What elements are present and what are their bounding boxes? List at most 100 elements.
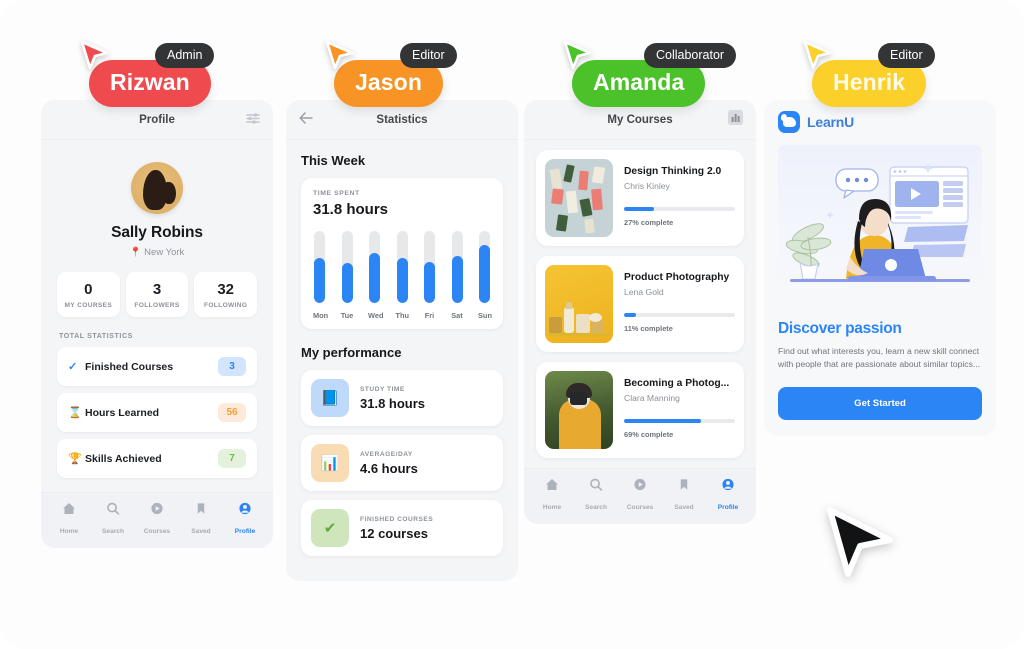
nav-label: Profile <box>717 504 739 511</box>
filter-sliders-icon[interactable] <box>246 111 260 129</box>
nav-item-search[interactable]: Search <box>574 478 618 514</box>
performance-row-average-day[interactable]: 📊 AVERAGE/DAY 4.6 hours <box>301 435 503 491</box>
mouse-pointer-icon <box>80 40 109 70</box>
search-icon <box>91 502 135 517</box>
performance-value: 12 courses <box>360 525 428 541</box>
page-title: My Courses <box>607 113 673 126</box>
nav-item-home[interactable]: Home <box>47 502 91 538</box>
performance-caption: STUDY TIME <box>360 385 405 393</box>
nav-item-saved[interactable]: Saved <box>662 478 706 514</box>
course-card-becoming-photographer[interactable]: Becoming a Photog... Clara Manning 69% c… <box>536 362 744 458</box>
performance-row-study-time[interactable]: 📘 STUDY TIME 31.8 hours <box>301 370 503 426</box>
nav-item-profile[interactable]: Profile <box>223 502 267 538</box>
stat-my-courses[interactable]: 0 MY COURSES <box>57 272 120 317</box>
mouse-pointer-icon <box>325 40 354 70</box>
bar-sun <box>478 231 491 303</box>
stat-row-badge: 56 <box>218 403 246 422</box>
bar-fill <box>314 258 325 303</box>
bar-label: Tue <box>340 311 354 320</box>
section-caption: TOTAL STATISTICS <box>59 333 133 340</box>
course-author: Lena Gold <box>624 287 664 297</box>
stat-following[interactable]: 32 FOLLOWING <box>194 272 258 317</box>
product-shot-thumb <box>545 265 613 343</box>
nav-label: Courses <box>143 528 171 535</box>
get-started-button[interactable]: Get Started <box>778 386 982 420</box>
mouse-pointer-icon <box>563 40 592 70</box>
course-card-product-photography[interactable]: Product Photography Lena Gold 11% comple… <box>536 256 744 352</box>
stat-label: MY COURSES <box>64 302 113 309</box>
course-author: Chris Kinley <box>624 181 670 191</box>
stat-row-badge: 7 <box>218 449 246 468</box>
bar-label: Sat <box>451 311 463 320</box>
stat-row-finished-courses[interactable]: ✓ Finished Courses 3 <box>57 347 257 386</box>
nav-label: Search <box>102 528 124 535</box>
collaborator-role-badge: Editor <box>878 43 935 68</box>
phone-panel-statistics: Editor Jason Statistics This Week TIME S… <box>286 40 518 581</box>
bar-track <box>369 231 380 303</box>
bottom-nav: Home Search Courses Saved Profile <box>41 492 273 548</box>
stat-row-label: Skills Achieved <box>85 452 162 465</box>
nav-item-profile[interactable]: Profile <box>706 478 750 514</box>
bar-label: Mon <box>313 311 329 320</box>
progress-label: 69% complete <box>624 430 674 439</box>
progress-bar <box>624 207 735 211</box>
nav-label: Courses <box>626 504 654 511</box>
nav-label: Profile <box>234 528 256 535</box>
woman-at-laptop-illustration <box>778 145 982 307</box>
section-heading-this-week: This Week <box>301 153 366 168</box>
stat-row-skills-achieved[interactable]: 🏆 Skills Achieved 7 <box>57 439 257 478</box>
stat-row-hours-learned[interactable]: ⌛ Hours Learned 56 <box>57 393 257 432</box>
phone-panel-courses: Collaborator Amanda My Courses Design Th… <box>524 40 756 524</box>
performance-caption: AVERAGE/DAY <box>360 450 413 458</box>
home-icon <box>47 502 91 517</box>
collaborator-chip-amanda: Collaborator Amanda <box>563 40 737 107</box>
performance-caption: FINISHED COURSES <box>360 515 434 523</box>
nav-item-search[interactable]: Search <box>91 502 135 538</box>
nav-item-home[interactable]: Home <box>530 478 574 514</box>
bar-chart-icon[interactable] <box>728 109 743 130</box>
bar-label: Sun <box>478 311 492 320</box>
profile-stats-row: 0 MY COURSES 3 FOLLOWERS 32 FOLLOWING <box>57 272 258 317</box>
stat-row-label: Hours Learned <box>85 406 160 419</box>
bar-track <box>314 231 325 303</box>
stat-followers[interactable]: 3 FOLLOWERS <box>125 272 189 317</box>
arrow-left-icon[interactable] <box>299 111 313 129</box>
book-icon: 📘 <box>311 379 349 417</box>
mouse-pointer-icon <box>803 40 832 70</box>
course-title: Design Thinking 2.0 <box>624 166 722 177</box>
nav-label: Search <box>585 504 607 511</box>
nav-item-courses[interactable]: Courses <box>618 478 662 514</box>
nav-label: Home <box>542 504 562 511</box>
search-icon <box>574 478 618 493</box>
performance-value: 31.8 hours <box>360 395 426 411</box>
chart-total-value: 31.8 hours <box>313 201 389 218</box>
page-title: Statistics <box>376 113 428 126</box>
bar-label: Thu <box>395 311 410 320</box>
performance-row-finished-courses[interactable]: ✔ FINISHED COURSES 12 courses <box>301 500 503 556</box>
bar-label: Fri <box>424 311 435 320</box>
nav-item-courses[interactable]: Courses <box>135 502 179 538</box>
nav-label: Saved <box>191 528 211 535</box>
trophy-icon: 🏆 <box>68 453 82 465</box>
collaborator-chip-rizwan: Admin Rizwan <box>80 40 215 107</box>
bar-label: Wed <box>368 311 384 320</box>
bar-fill <box>451 256 463 303</box>
bar-track <box>451 231 463 303</box>
weekly-bar-chart-labels: Mon Tue Wed Thu Fri Sat Sun <box>313 311 492 320</box>
stat-value: 32 <box>217 281 235 298</box>
stat-label: FOLLOWING <box>203 302 248 309</box>
pin-icon: 📍 <box>129 247 142 258</box>
weekly-bar-chart <box>313 231 491 303</box>
progress-label: 11% complete <box>624 324 673 333</box>
course-card-design-thinking[interactable]: Design Thinking 2.0 Chris Kinley 27% com… <box>536 150 744 246</box>
phone-panel-onboarding: Editor Henrik LearnU Discover passion Fi… <box>764 40 996 436</box>
bar-chart-icon: 📊 <box>311 444 349 482</box>
bar-track <box>396 231 408 303</box>
onboarding-body: Find out what interests you, learn a new… <box>778 346 981 370</box>
check-icon: ✓ <box>68 361 78 373</box>
hourglass-icon: ⌛ <box>68 407 82 419</box>
bookmark-icon <box>662 478 706 493</box>
user-location: 📍 New York <box>57 247 257 258</box>
progress-bar <box>624 419 735 423</box>
nav-item-saved[interactable]: Saved <box>179 502 223 538</box>
